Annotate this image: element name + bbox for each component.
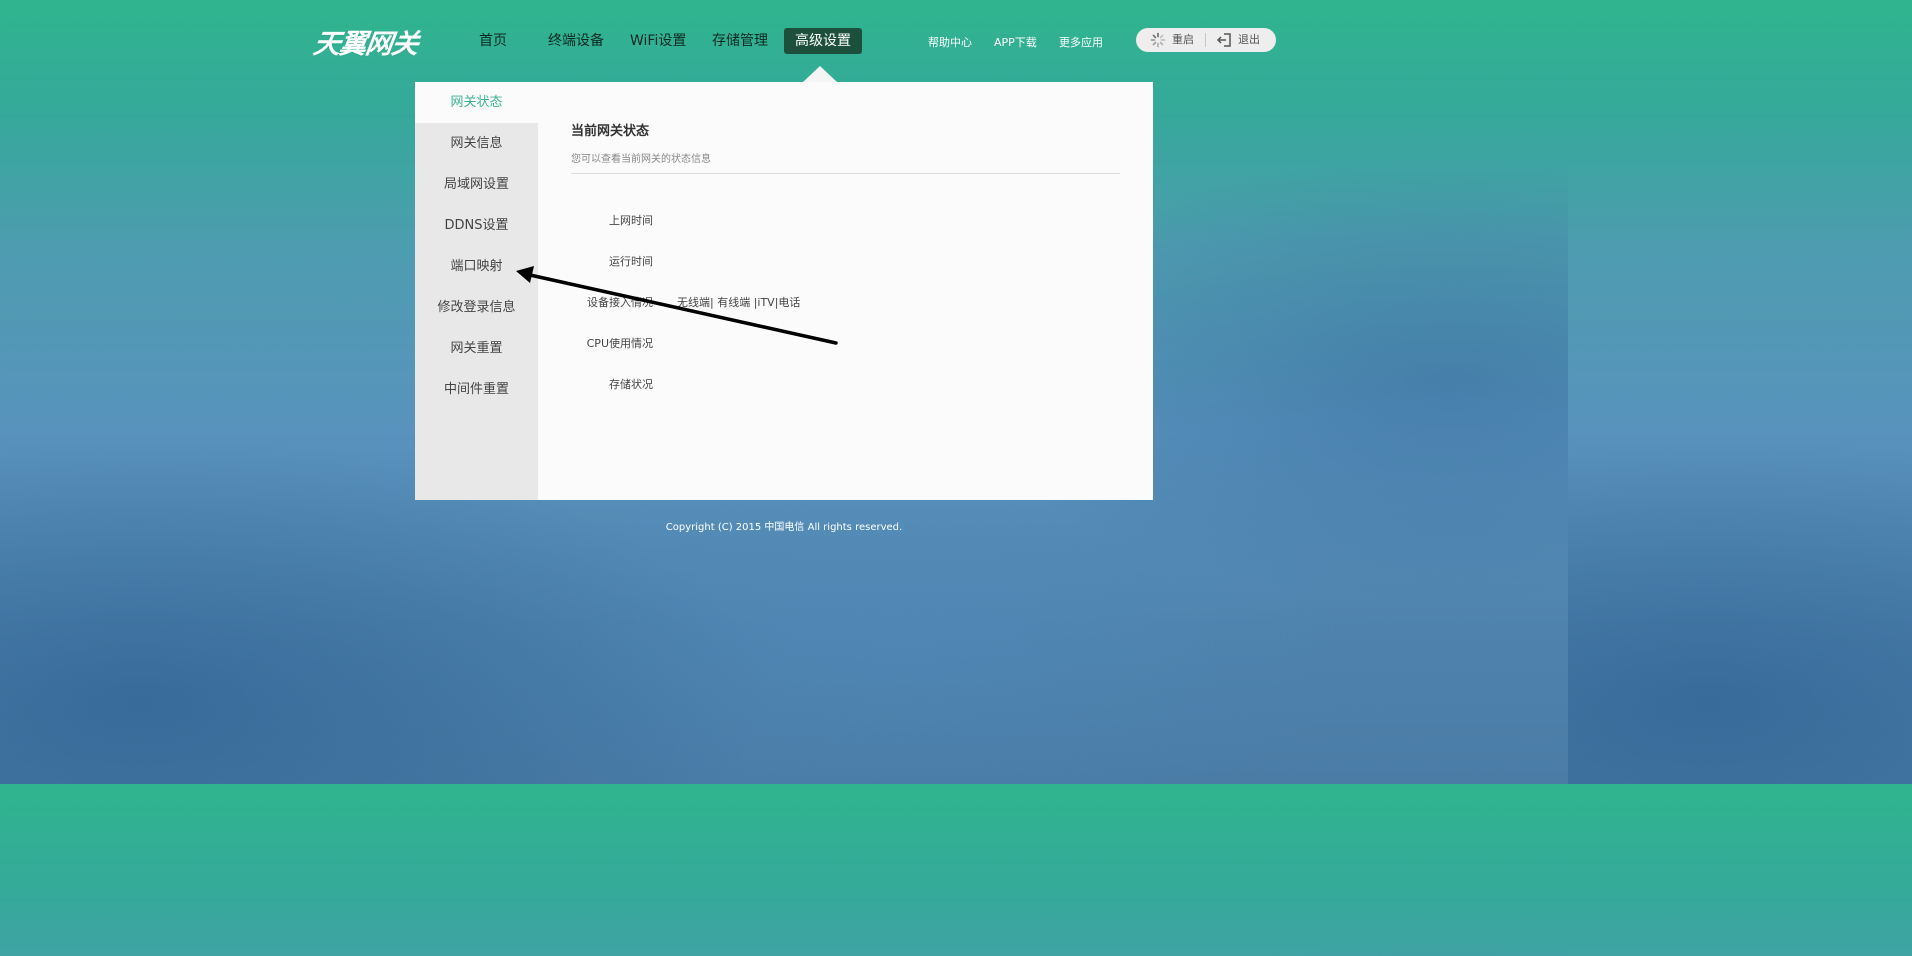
active-nav-pointer bbox=[803, 66, 837, 82]
sidebar-item-gateway-info[interactable]: 网关信息 bbox=[415, 123, 538, 164]
nav-home[interactable]: 首页 bbox=[479, 28, 507, 54]
sidebar-item-login-info[interactable]: 修改登录信息 bbox=[415, 287, 538, 328]
sidebar-item-lan-settings[interactable]: 局域网设置 bbox=[415, 164, 538, 205]
top-header: 天翼网关 首页 终端设备 WiFi设置 存储管理 高级设置 帮助中心 APP下载… bbox=[0, 0, 1568, 82]
help-center-link[interactable]: 帮助中心 bbox=[928, 34, 972, 50]
sidebar-item-port-mapping[interactable]: 端口映射 bbox=[415, 246, 538, 287]
content-area: 当前网关状态 您可以查看当前网关的状态信息 上网时间 运行时间 设备接入情况 无… bbox=[538, 82, 1153, 500]
sidebar-item-middleware-reset[interactable]: 中间件重置 bbox=[415, 369, 538, 410]
sidebar-item-ddns-settings[interactable]: DDNS设置 bbox=[415, 205, 538, 246]
title-divider bbox=[571, 173, 1120, 174]
status-value: 无线端| 有线端 |iTV|电话 bbox=[677, 296, 801, 309]
status-label: CPU使用情况 bbox=[586, 337, 653, 350]
spinner-icon bbox=[1150, 32, 1166, 48]
page-title: 当前网关状态 bbox=[571, 124, 650, 139]
logout-label: 退出 bbox=[1238, 33, 1260, 46]
sidebar-item-gateway-status[interactable]: 网关状态 bbox=[415, 82, 538, 123]
nav-advanced-settings[interactable]: 高级设置 bbox=[784, 28, 862, 54]
more-apps-link[interactable]: 更多应用 bbox=[1059, 34, 1103, 50]
restart-label: 重启 bbox=[1172, 33, 1194, 46]
page-subtitle: 您可以查看当前网关的状态信息 bbox=[571, 154, 711, 165]
copyright-footer: Copyright (C) 2015 中国电信 All rights reser… bbox=[665, 522, 903, 533]
restart-button[interactable]: 重启 bbox=[1150, 28, 1194, 52]
status-label: 运行时间 bbox=[609, 255, 653, 268]
status-label: 设备接入情况 bbox=[587, 296, 653, 309]
status-label: 上网时间 bbox=[609, 214, 653, 227]
status-label: 存储状况 bbox=[609, 378, 653, 391]
pill-divider bbox=[1205, 33, 1206, 47]
sidebar-item-gateway-reset[interactable]: 网关重置 bbox=[415, 328, 538, 369]
sidebar: 网关状态 网关信息 局域网设置 DDNS设置 端口映射 修改登录信息 网关重置 … bbox=[415, 82, 538, 500]
logo-text: 天翼网关 bbox=[311, 29, 420, 60]
logout-button[interactable]: 退出 bbox=[1216, 28, 1260, 52]
app-download-link[interactable]: APP下载 bbox=[994, 34, 1037, 50]
tianyi-gateway-logo[interactable]: 天翼网关 bbox=[311, 22, 428, 60]
logout-icon bbox=[1216, 33, 1231, 47]
nav-storage-management[interactable]: 存储管理 bbox=[712, 28, 768, 54]
nav-wifi-settings[interactable]: WiFi设置 bbox=[630, 28, 686, 54]
settings-panel: 网关状态 网关信息 局域网设置 DDNS设置 端口映射 修改登录信息 网关重置 … bbox=[415, 82, 1153, 500]
nav-terminal-devices[interactable]: 终端设备 bbox=[548, 28, 604, 54]
account-actions: 重启 退出 bbox=[1136, 28, 1276, 52]
